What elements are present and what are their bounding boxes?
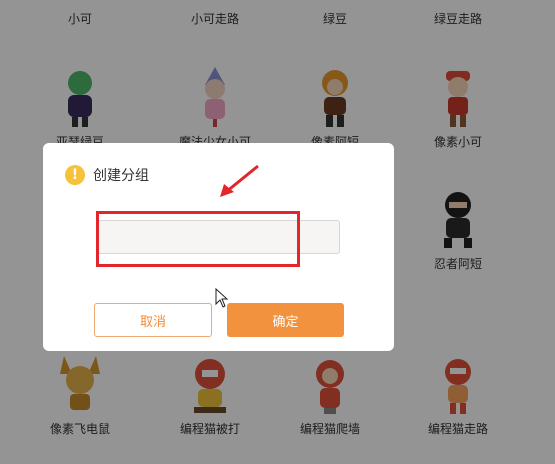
dialog-header: ! 创建分组: [65, 165, 149, 185]
annotation-arrow-icon: [220, 164, 259, 197]
warning-icon: !: [65, 165, 85, 185]
mouse-cursor-icon: [215, 288, 229, 308]
confirm-button[interactable]: 确定: [227, 303, 344, 337]
group-name-input[interactable]: [96, 220, 340, 254]
cancel-button[interactable]: 取消: [94, 303, 212, 337]
dialog-title: 创建分组: [93, 168, 149, 184]
